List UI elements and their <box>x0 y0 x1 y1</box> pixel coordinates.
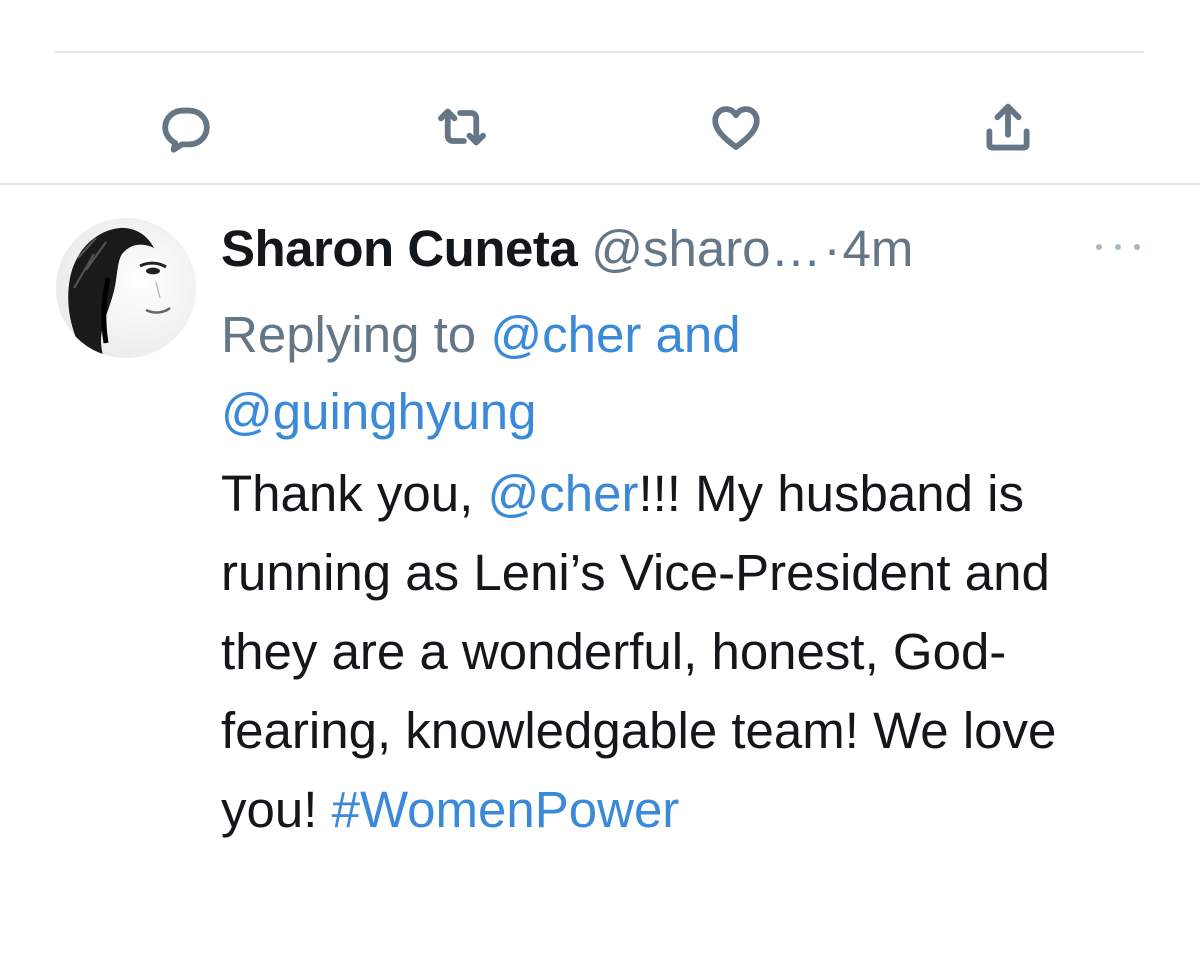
heart-icon <box>712 106 760 150</box>
mention-link-cher[interactable]: @cher <box>490 306 641 363</box>
share-button[interactable] <box>976 95 1040 159</box>
more-dots-icon <box>1096 244 1102 250</box>
mention-link-cher-body[interactable]: @cher <box>487 465 638 522</box>
divider-bottom <box>0 183 1200 185</box>
more-dots-icon <box>1115 244 1121 250</box>
retweet-icon <box>438 108 486 146</box>
retweet-button[interactable] <box>430 95 494 159</box>
reply-icon <box>162 107 210 153</box>
divider-top <box>55 51 1144 53</box>
avatar-image <box>56 218 196 358</box>
replying-and-others[interactable]: and <box>641 306 740 363</box>
separator-dot: · <box>823 220 841 277</box>
tweet-action-bar <box>0 95 1200 159</box>
tweet: Sharon Cuneta @sharo… · 4m Replying to @… <box>221 214 1181 849</box>
hashtag-link[interactable]: #WomenPower <box>332 781 680 838</box>
share-icon <box>986 103 1030 151</box>
timestamp[interactable]: 4m <box>843 214 914 284</box>
tweet-text: Thank you, @cher!!! My husband is runnin… <box>221 454 1151 849</box>
tweet-text-part-1: Thank you, <box>221 465 488 522</box>
user-handle[interactable]: @sharo… <box>591 214 821 284</box>
display-name[interactable]: Sharon Cuneta <box>221 214 578 284</box>
more-dots-icon <box>1134 244 1140 250</box>
avatar[interactable] <box>56 218 196 358</box>
replying-prefix: Replying to <box>221 306 491 363</box>
reply-button[interactable] <box>154 95 218 159</box>
mention-link-guinghyung[interactable]: @guinghyung <box>221 383 537 440</box>
tweet-header: Sharon Cuneta @sharo… · 4m <box>221 214 1181 284</box>
like-button[interactable] <box>704 95 768 159</box>
replying-to: Replying to @cher and @guinghyung <box>221 296 1181 450</box>
more-options-button[interactable] <box>1096 232 1140 262</box>
